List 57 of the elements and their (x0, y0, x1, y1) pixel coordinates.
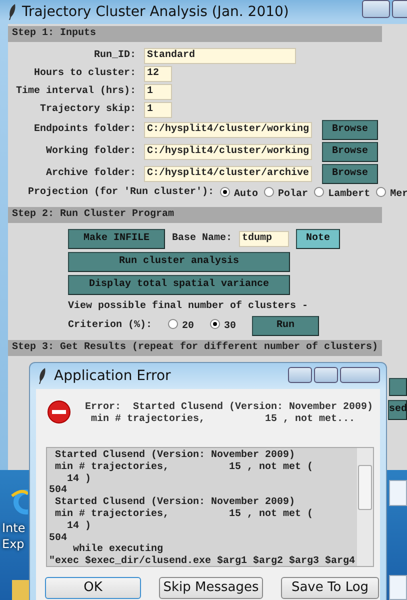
input-field[interactable]: 1 (144, 84, 172, 100)
radio-option[interactable]: Auto (220, 187, 258, 201)
field-label: Endpoints folder: (32, 124, 136, 136)
browse-button[interactable]: Browse (322, 120, 378, 140)
field-label: Archive folder: (44, 168, 136, 180)
radio-option[interactable]: 20 (168, 319, 194, 333)
maximize-button[interactable] (314, 367, 338, 383)
section-header: Step 2: Run Cluster Program (8, 207, 382, 223)
radio-option[interactable]: 30 (210, 319, 236, 333)
input-field[interactable]: 12 (144, 66, 172, 82)
folder-icon[interactable] (12, 580, 30, 600)
info-text: View possible final number of clusters - (68, 301, 310, 313)
input-field[interactable]: C:/hysplit4/cluster/working (144, 122, 312, 138)
log-text: Started Clusend (Version: November 2009) min # trajectories, 15 , not met ( 14 ) 504 Started Clusend (Version: November 2009) min # trajectories, 15 , not met ( 14 ) 504 while executing "exec $exec_dir/clusend.exe $arg1 $arg2 $arg3 $arg4 (48, 448, 356, 566)
error-icon (47, 400, 71, 424)
radio-option[interactable]: Lambert (314, 187, 370, 201)
document-icon[interactable] (389, 480, 407, 506)
input-field[interactable]: 1 (144, 102, 172, 118)
field-label: Run_ID: (92, 50, 136, 62)
radio-option[interactable]: Mer (376, 187, 407, 201)
section-header: Step 1: Inputs (8, 26, 382, 42)
field-label: Hours to cluster: (32, 68, 136, 80)
document-icon[interactable] (389, 575, 407, 600)
feather-icon (8, 4, 16, 20)
scrollbar[interactable] (357, 448, 373, 566)
dialog-button[interactable]: Save To Log (281, 577, 379, 599)
input-field[interactable]: Standard (144, 48, 296, 64)
field-label: Time interval (hrs): (14, 86, 136, 98)
dialog-button[interactable]: Skip Messages (159, 577, 263, 599)
input-field[interactable]: C:/hysplit4/cluster/archive (144, 166, 312, 182)
browse-button[interactable]: Browse (322, 142, 378, 162)
browser-icon[interactable] (8, 488, 28, 516)
base-name-field[interactable]: tdump (239, 231, 290, 247)
run-cluster-button[interactable]: Run cluster analysis (68, 252, 290, 272)
feather-icon (38, 368, 46, 384)
browse-button[interactable]: Browse (322, 164, 378, 184)
desktop-icon-label[interactable]: Inte Exp (2, 520, 26, 552)
field-label: Working folder: (44, 146, 136, 158)
error-message: Error: Started Clusend (Version: November 2009) min # trajectories, 15 , not met... (85, 402, 374, 426)
minimize-button[interactable] (362, 0, 390, 18)
criterion-label: Criterion (%): (68, 320, 152, 332)
make-infile-button[interactable]: Make INFILE (68, 229, 165, 249)
window-title: Trajectory Cluster Analysis (Jan. 2010) (22, 2, 289, 22)
dialog-button[interactable]: OK (45, 577, 141, 599)
minimize-button[interactable] (288, 367, 312, 383)
run-button[interactable]: Run (252, 316, 320, 336)
input-field[interactable]: C:/hysplit4/cluster/working (144, 144, 312, 160)
dialog-title: Application Error (54, 366, 171, 386)
field-label: Trajectory skip: (38, 104, 136, 116)
base-name-label: Base Name: (172, 233, 232, 245)
panel-button[interactable] (389, 378, 407, 396)
note-button[interactable]: Note (296, 229, 340, 249)
projection-label: Projection (for 'Run cluster'): (28, 187, 214, 200)
radio-option[interactable]: Polar (264, 187, 308, 201)
close-button[interactable] (340, 367, 380, 383)
display-variance-button[interactable]: Display total spatial variance (68, 275, 290, 295)
section-header: Step 3: Get Results (repeat for different number of clusters) (8, 340, 382, 356)
